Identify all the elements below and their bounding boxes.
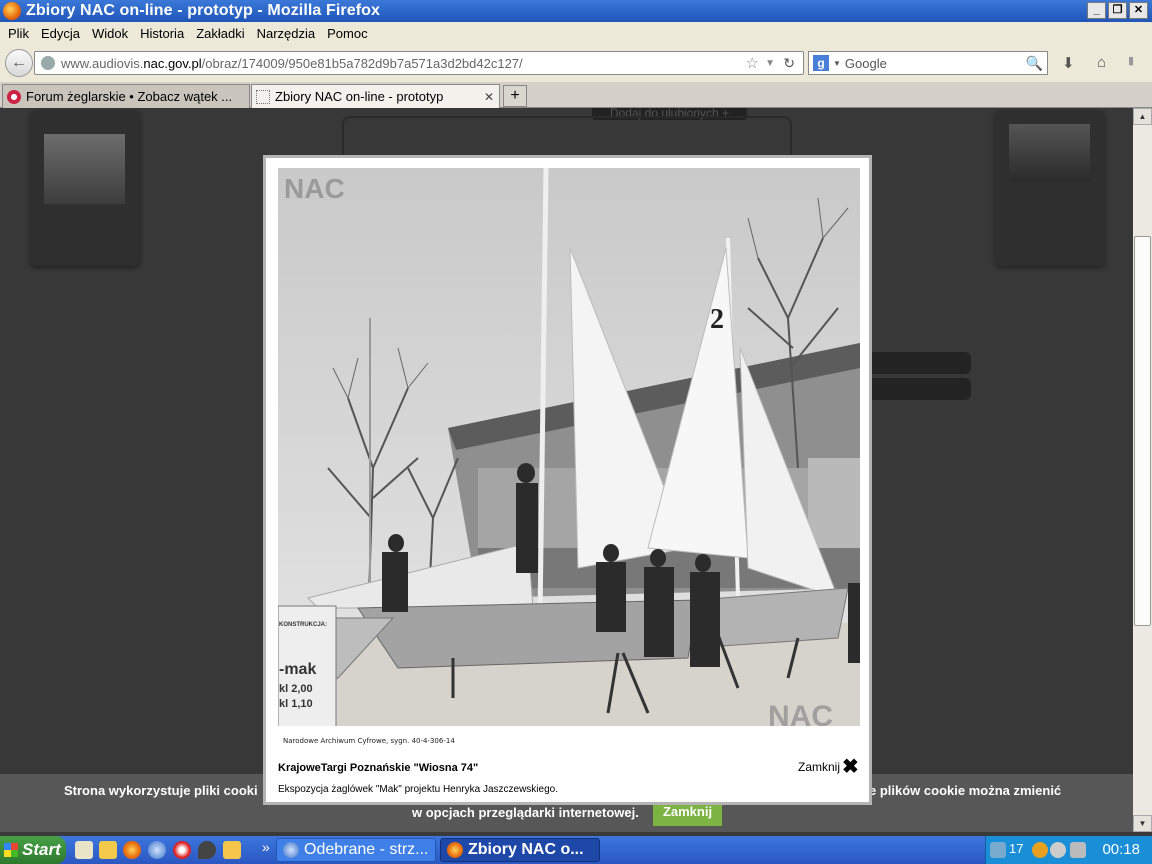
windows-taskbar: Start » Odebrane - strz... Zbiory NAC o.…: [0, 836, 1152, 864]
reload-icon[interactable]: ↻: [783, 55, 795, 72]
start-label: Start: [22, 840, 61, 859]
photo-description: Ekspozycja żaglówek "Mak" projektu Henry…: [278, 784, 558, 795]
tray-number: 17: [1009, 841, 1024, 856]
url-text: www.audiovis.nac.gov.pl/obraz/174009/950…: [61, 55, 523, 71]
lightbox-close-button[interactable]: Zamknij ✖: [798, 757, 859, 777]
page-scrollbar[interactable]: ▲ ▼: [1133, 108, 1152, 832]
tray-search-icon[interactable]: [1050, 842, 1066, 858]
menu-edit[interactable]: Edycja: [35, 26, 86, 41]
quicklaunch-overflow-icon[interactable]: »: [262, 839, 270, 855]
cookie-text-left: Strona wykorzystuje pliki cooki: [64, 783, 258, 798]
notes-icon[interactable]: [223, 841, 241, 859]
firefox-logo-icon: [3, 2, 21, 20]
search-bar[interactable]: g ▼ Google 🔍: [808, 51, 1048, 75]
show-desktop-icon[interactable]: [75, 841, 93, 859]
task-mail[interactable]: Odebrane - strz...: [276, 838, 436, 862]
left-thumbnail-card[interactable]: [30, 110, 140, 266]
app-red-icon[interactable]: [173, 841, 191, 859]
menu-help[interactable]: Pomoc: [321, 26, 373, 41]
tab-nac[interactable]: Zbiory NAC on-line - prototyp ✕: [251, 84, 500, 108]
close-window-button[interactable]: ✕: [1129, 2, 1148, 19]
tab-forum-label: Forum żeglarskie • Zobacz wątek ...: [26, 89, 233, 104]
search-magnifier-icon[interactable]: 🔍: [1026, 55, 1043, 72]
firefox-quicklaunch-icon[interactable]: [123, 841, 141, 859]
bookmark-star-icon[interactable]: ☆: [746, 54, 759, 72]
firefox-task-icon: [447, 842, 463, 858]
downloads-icon[interactable]: ⬇: [1062, 54, 1075, 72]
engine-dropdown-icon[interactable]: ▼: [833, 59, 841, 68]
menu-history[interactable]: Historia: [134, 26, 190, 41]
back-button[interactable]: ←: [5, 49, 33, 77]
restore-button[interactable]: ❐: [1108, 2, 1127, 19]
google-engine-icon[interactable]: g: [813, 55, 829, 71]
scroll-down-icon[interactable]: ▼: [1133, 815, 1152, 832]
tab-bar: Forum żeglarskie • Zobacz wątek ... Zbio…: [0, 82, 1152, 108]
menu-tools[interactable]: Narzędzia: [251, 26, 322, 41]
windows-flag-icon: [4, 843, 18, 857]
tab-nac-label: Zbiory NAC on-line - prototyp: [275, 89, 444, 104]
window-titlebar: Zbiory NAC on-line - prototyp - Mozilla …: [0, 0, 1152, 22]
sign-line-4: kl 1,10: [279, 698, 313, 710]
photo-source-caption: Narodowe Archiwum Cyfrowe, sygn. 40-4-30…: [283, 737, 455, 745]
sail-number-text: 2: [710, 304, 724, 335]
page-bar-1: [860, 352, 971, 374]
url-bar[interactable]: www.audiovis.nac.gov.pl/obraz/174009/950…: [34, 51, 804, 75]
left-thumbnail-image: [44, 134, 125, 204]
clock: 00:18: [1102, 841, 1140, 858]
scroll-thumb[interactable]: [1134, 236, 1151, 626]
system-tray: 17 00:18: [985, 836, 1152, 864]
window-controls: _ ❐ ✕: [1087, 2, 1148, 19]
window-title: Zbiory NAC on-line - prototyp - Mozilla …: [26, 2, 381, 19]
sign-line-3: kl 2,00: [279, 683, 313, 695]
menu-bar: Plik Edycja Widok Historia Zakładki Narz…: [0, 22, 1152, 44]
cookie-text-right: e plików cookie można zmienić: [869, 783, 1062, 798]
thunderbird-icon[interactable]: [148, 841, 166, 859]
photo-title: KrajoweTargi Poznańskie "Wiosna 74": [278, 762, 479, 774]
image-lightbox: NAC NAC 2 KONSTRUKCJA: -mak kl 2,00 kl 1…: [263, 155, 872, 805]
blank-page-icon: [256, 89, 270, 104]
minimize-button[interactable]: _: [1087, 2, 1106, 19]
tray-orange-icon[interactable]: [1032, 842, 1048, 858]
cookie-text-line2: w opcjach przeglądarki internetowej.: [412, 805, 639, 820]
right-thumbnail-card[interactable]: [995, 110, 1105, 266]
menu-file[interactable]: Plik: [2, 26, 35, 41]
new-tab-button[interactable]: +: [503, 85, 527, 107]
lightbox-close-label: Zamknij: [798, 760, 841, 774]
folder-icon[interactable]: [99, 841, 117, 859]
search-placeholder: Google: [844, 55, 887, 71]
menu-bookmarks[interactable]: Zakładki: [190, 26, 250, 41]
signal-icon: ▮: [1128, 55, 1135, 67]
sign-line-2: -mak: [279, 661, 316, 678]
start-button[interactable]: Start: [0, 836, 66, 864]
forum-favicon-icon: [7, 89, 21, 104]
scroll-up-icon[interactable]: ▲: [1133, 108, 1152, 125]
site-identity-icon[interactable]: [41, 56, 55, 70]
menu-view[interactable]: Widok: [86, 26, 134, 41]
close-tab-icon[interactable]: ✕: [484, 90, 494, 104]
task-firefox[interactable]: Zbiory NAC o...: [440, 838, 600, 862]
task-mail-label: Odebrane - strz...: [304, 841, 429, 858]
network-icon[interactable]: [990, 842, 1006, 858]
navigation-bar: ← www.audiovis.nac.gov.pl/obraz/174009/9…: [0, 44, 1152, 82]
back-arrow-icon: ←: [11, 54, 27, 71]
sign-line-1: KONSTRUKCJA:: [279, 622, 327, 628]
page-bar-2: [860, 378, 971, 400]
tab-forum[interactable]: Forum żeglarskie • Zobacz wątek ...: [2, 84, 250, 108]
archive-photo: NAC NAC 2 KONSTRUKCJA: -mak kl 2,00 kl 1…: [278, 168, 860, 735]
right-thumbnail-image: [1009, 124, 1090, 182]
task-firefox-label: Zbiory NAC o...: [468, 841, 584, 858]
chat-icon[interactable]: [198, 841, 216, 859]
mail-task-icon: [283, 842, 299, 858]
url-dropdown-icon[interactable]: ▼: [765, 58, 775, 69]
close-x-icon[interactable]: ✖: [842, 757, 859, 777]
nac-watermark-top: NAC: [284, 173, 345, 204]
tray-tool-icon[interactable]: [1070, 842, 1086, 858]
home-icon[interactable]: ⌂: [1097, 54, 1106, 71]
